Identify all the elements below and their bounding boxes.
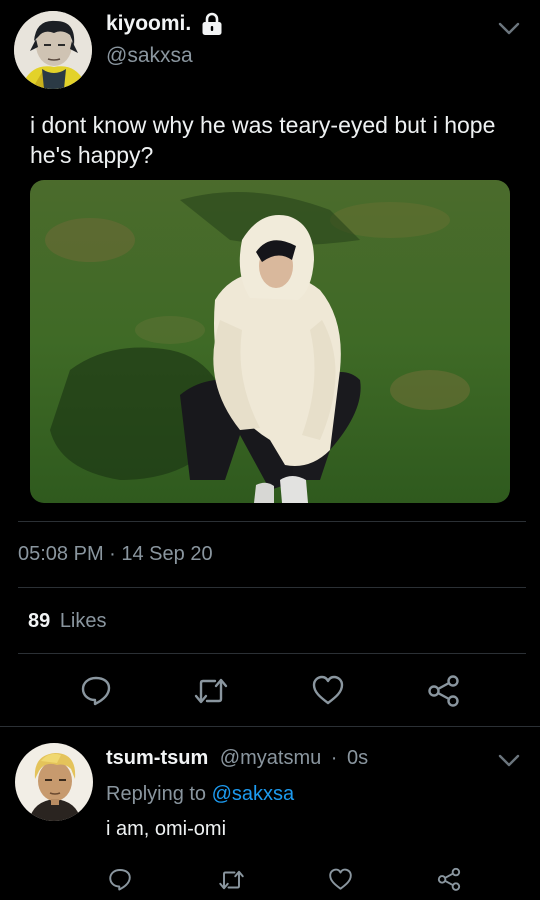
likes-label: Likes (59, 610, 107, 632)
reply-separator: · (330, 747, 338, 769)
retweet-icon[interactable] (218, 868, 245, 892)
reply-time: 0s (347, 747, 369, 769)
tweet-timestamp[interactable]: 05:08 PM · 14 Sep 20 (18, 543, 213, 566)
section-divider (0, 726, 540, 727)
reply-display-name[interactable]: tsum-tsum (106, 747, 208, 769)
reply-handle[interactable]: @myatsmu (220, 747, 321, 769)
chevron-down-icon[interactable] (498, 754, 520, 768)
author-avatar[interactable] (14, 11, 92, 89)
divider (18, 653, 526, 654)
chevron-down-icon[interactable] (498, 22, 520, 36)
replying-to-mention[interactable]: @sakxsa (212, 783, 295, 805)
retweet-icon[interactable] (193, 675, 229, 707)
author-name-row: kiyoomi. (106, 12, 223, 36)
tweet-text: i dont know why he was teary-eyed but i … (30, 112, 502, 168)
replying-to-line: Replying to @sakxsa (106, 783, 294, 806)
replying-to-label: Replying to (106, 783, 207, 805)
reply-text: i am, omi-omi (106, 818, 227, 840)
lock-icon (202, 12, 222, 35)
author-display-name[interactable]: kiyoomi. (106, 12, 191, 36)
reply-header: tsum-tsum @myatsmu · 0s (106, 747, 368, 770)
tweet-detail-page: kiyoomi. @sakxsa i dont know why he was … (0, 0, 540, 900)
author-handle[interactable]: @sakxsa (106, 44, 193, 68)
share-icon[interactable] (437, 867, 461, 891)
photo-image (30, 180, 510, 503)
divider (18, 521, 526, 522)
share-icon[interactable] (427, 674, 460, 707)
like-icon[interactable] (328, 868, 353, 891)
likes-count: 89 (28, 610, 51, 632)
likes-summary[interactable]: 89 Likes (28, 610, 107, 633)
avatar-image (14, 11, 92, 89)
reply-icon[interactable] (108, 867, 132, 891)
reply-icon[interactable] (80, 674, 112, 706)
like-icon[interactable] (311, 675, 345, 706)
reply-author-avatar[interactable] (15, 743, 93, 821)
avatar-image (15, 743, 93, 821)
tweet-photo[interactable] (30, 180, 510, 503)
divider (18, 587, 526, 588)
